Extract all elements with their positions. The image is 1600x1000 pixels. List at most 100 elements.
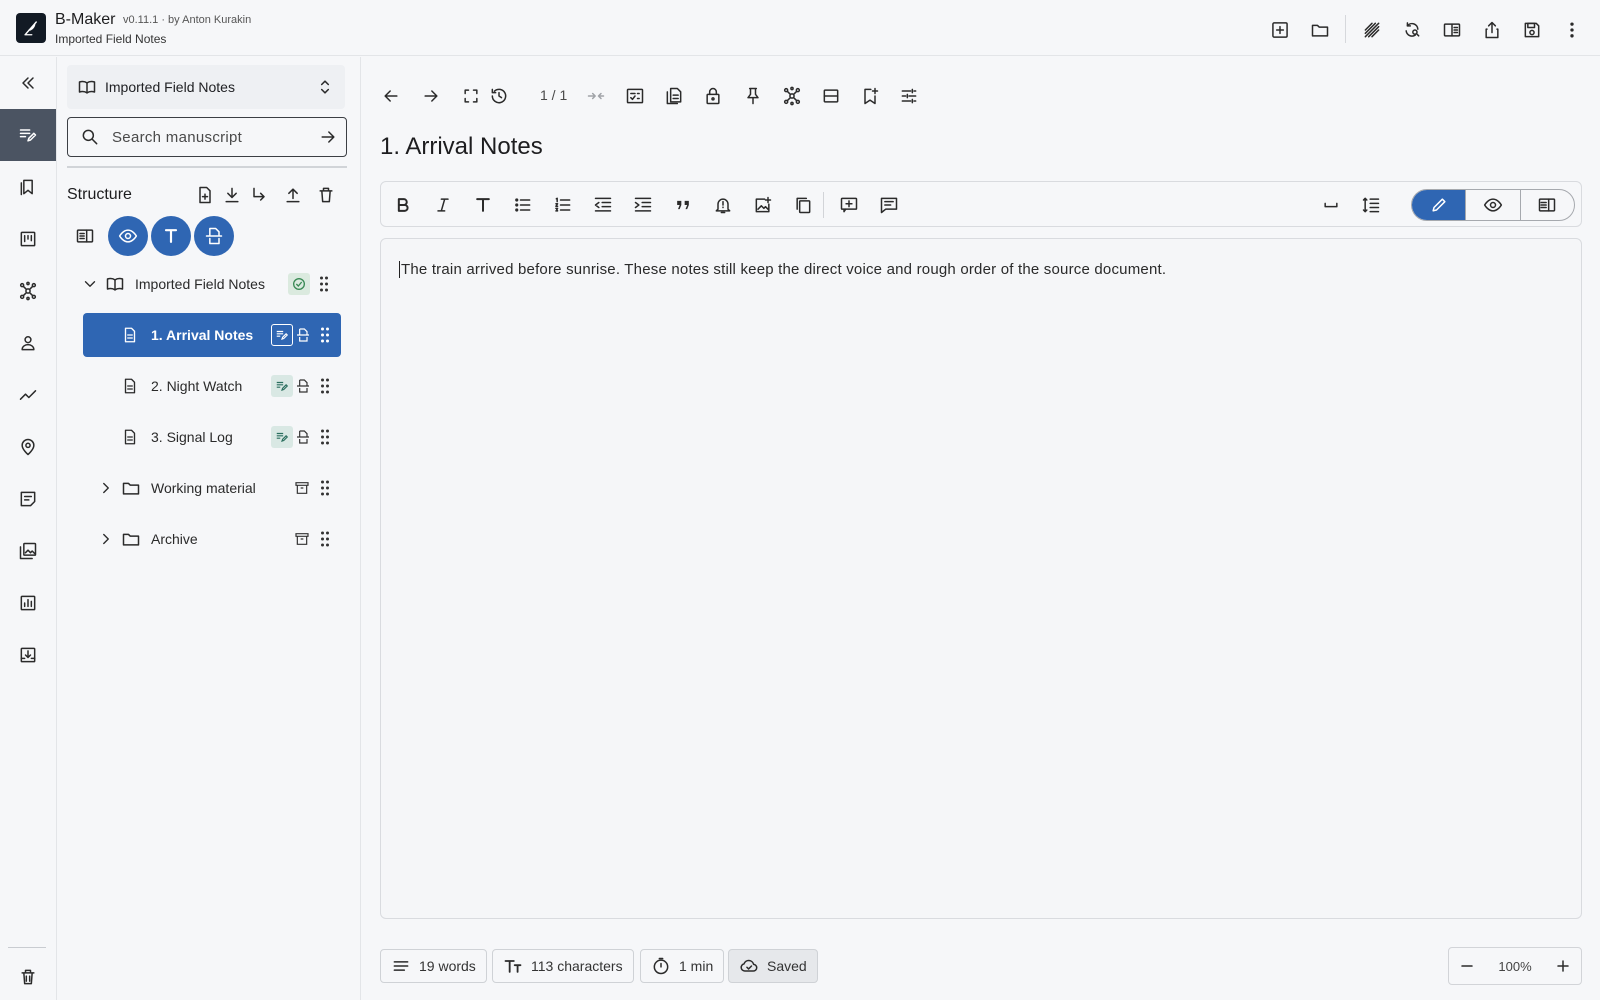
app-title: B-Maker xyxy=(55,11,116,28)
word-count-chip: 19 words xyxy=(380,949,487,983)
import-structure-button[interactable] xyxy=(221,184,243,206)
delete-structure-button[interactable] xyxy=(315,184,337,206)
new-chapter-button[interactable] xyxy=(194,184,216,206)
save-button[interactable] xyxy=(1520,18,1544,42)
arrow-right-icon[interactable] xyxy=(318,127,338,147)
forward-button[interactable] xyxy=(418,83,444,109)
toggle-compare-button[interactable] xyxy=(194,216,234,256)
editor-body-text[interactable]: The train arrived before sunrise. These … xyxy=(399,261,1166,278)
more-options-button[interactable] xyxy=(1560,18,1584,42)
tree-item-chapter-3[interactable]: 3. Signal Log xyxy=(83,415,341,459)
add-bookmark-button[interactable] xyxy=(857,83,883,109)
relations-graph-button[interactable] xyxy=(779,83,805,109)
quote-button[interactable] xyxy=(671,193,695,217)
stripes-icon xyxy=(1364,22,1380,38)
rail-item-graph[interactable] xyxy=(0,265,56,317)
rail-item-bookmarks[interactable] xyxy=(0,161,56,213)
lock-button[interactable] xyxy=(700,83,726,109)
toggle-visibility-button[interactable] xyxy=(108,216,148,256)
tree-item-folder-archive[interactable]: Archive xyxy=(83,517,341,561)
comments-button[interactable] xyxy=(877,193,901,217)
new-file-icon xyxy=(199,186,211,204)
duplicate-button[interactable] xyxy=(791,193,815,217)
move-into-button[interactable] xyxy=(248,184,270,206)
alert-button[interactable] xyxy=(711,193,735,217)
drag-handle-icon[interactable] xyxy=(319,326,331,344)
format-indent-icon xyxy=(634,197,652,212)
search-input[interactable] xyxy=(112,128,312,146)
rail-item-board[interactable] xyxy=(0,213,56,265)
unfold-icon xyxy=(320,80,330,94)
copy-document-button[interactable] xyxy=(661,83,687,109)
graph-icon xyxy=(19,281,37,301)
fullscreen-button[interactable] xyxy=(458,83,484,109)
search-box xyxy=(67,117,347,157)
notes-icon xyxy=(20,491,36,507)
tree-item-chapter-1[interactable]: 1. Arrival Notes xyxy=(83,313,341,357)
checklist-button[interactable] xyxy=(622,83,648,109)
add-note-button[interactable] xyxy=(837,193,861,217)
toggle-titles-button[interactable] xyxy=(151,216,191,256)
trash-icon xyxy=(21,969,35,985)
split-mode-button[interactable] xyxy=(1521,190,1574,220)
chevron-right-icon xyxy=(103,482,109,494)
settings-button[interactable] xyxy=(896,83,922,109)
open-folder-button[interactable] xyxy=(1308,18,1332,42)
history-button[interactable] xyxy=(486,83,512,109)
drag-handle-icon[interactable] xyxy=(319,377,331,395)
indent-button[interactable] xyxy=(631,193,655,217)
numbered-list-button[interactable] xyxy=(551,193,575,217)
tree-item-chapter-2[interactable]: 2. Night Watch xyxy=(83,364,341,408)
zoom-in-button[interactable] xyxy=(1553,956,1573,976)
project-selector[interactable]: Imported Field Notes xyxy=(67,65,345,109)
archive-icon xyxy=(295,482,309,494)
document-title[interactable]: 1. Arrival Notes xyxy=(380,133,543,161)
toggle-outline-panel-button[interactable] xyxy=(65,216,105,256)
rail-item-plot[interactable] xyxy=(0,369,56,421)
drag-handle-icon[interactable] xyxy=(318,275,330,293)
rail-item-import[interactable] xyxy=(0,629,56,681)
sync-button[interactable] xyxy=(1400,18,1424,42)
history-icon xyxy=(491,88,507,104)
merge-button[interactable] xyxy=(583,83,609,109)
compare-badge xyxy=(292,426,314,448)
arrow-left-icon xyxy=(384,90,398,102)
rail-item-write[interactable] xyxy=(0,109,56,161)
bulleted-list-button[interactable] xyxy=(511,193,535,217)
drag-handle-icon[interactable] xyxy=(319,428,331,446)
text-editor[interactable]: The train arrived before sunrise. These … xyxy=(380,238,1582,919)
drag-handle-icon[interactable] xyxy=(319,479,331,497)
pin-button[interactable] xyxy=(740,83,766,109)
edit-mode-button[interactable] xyxy=(1412,190,1467,220)
insert-image-button[interactable] xyxy=(751,193,775,217)
export-structure-button[interactable] xyxy=(282,184,304,206)
document-icon xyxy=(124,378,136,394)
collapse-panel-button[interactable] xyxy=(0,57,56,109)
tree-item-project[interactable]: Imported Field Notes xyxy=(81,262,345,306)
drag-handle-icon[interactable] xyxy=(319,530,331,548)
share-button[interactable] xyxy=(1480,18,1504,42)
rail-item-trash[interactable] xyxy=(0,951,56,1000)
edit-icon xyxy=(19,129,37,142)
heading-button[interactable] xyxy=(471,193,495,217)
rail-item-statistics[interactable] xyxy=(0,577,56,629)
bold-button[interactable] xyxy=(391,193,415,217)
archive-badge xyxy=(291,528,313,550)
rail-item-images[interactable] xyxy=(0,525,56,577)
add-photo-icon xyxy=(755,196,772,213)
line-spacing-button[interactable] xyxy=(1359,193,1383,217)
rail-item-characters[interactable] xyxy=(0,317,56,369)
preview-mode-button[interactable] xyxy=(1466,190,1521,220)
rail-item-notes[interactable] xyxy=(0,473,56,525)
outdent-button[interactable] xyxy=(591,193,615,217)
new-item-button[interactable] xyxy=(1268,18,1292,42)
split-button[interactable] xyxy=(818,83,844,109)
zoom-out-button[interactable] xyxy=(1457,956,1477,976)
rail-item-locations[interactable] xyxy=(0,421,56,473)
italic-button[interactable] xyxy=(431,193,455,217)
tree-item-folder-working-material[interactable]: Working material xyxy=(83,466,341,510)
show-spaces-button[interactable] xyxy=(1319,193,1343,217)
split-view-button[interactable] xyxy=(1440,18,1464,42)
back-button[interactable] xyxy=(378,83,404,109)
texture-button[interactable] xyxy=(1360,18,1384,42)
